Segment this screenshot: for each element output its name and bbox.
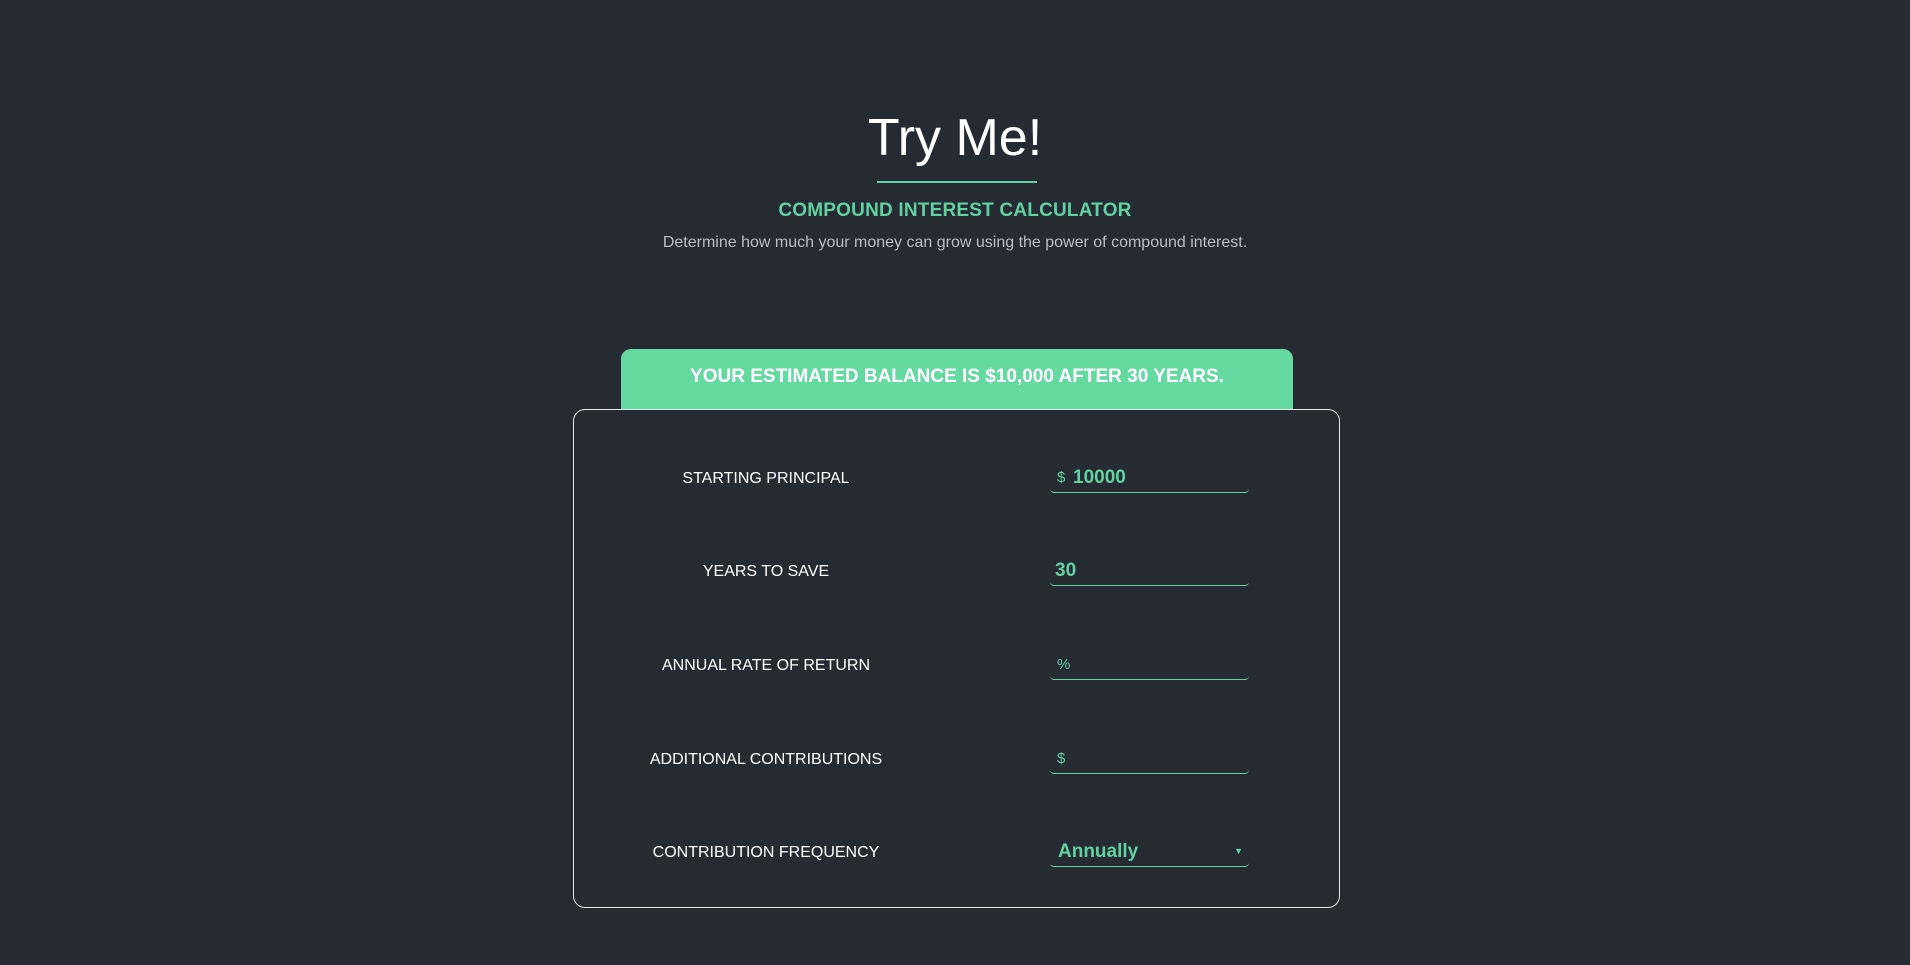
years-to-save-input[interactable]: 30 [1050, 556, 1249, 586]
annual-rate-input[interactable]: % [1050, 650, 1249, 680]
calculator-form: STARTING PRINCIPAL $ 10000 YEARS TO SAVE… [573, 409, 1340, 908]
contribution-frequency-row: CONTRIBUTION FREQUENCY Annually ▼ [574, 833, 1339, 873]
page: Try Me! COMPOUND INTEREST CALCULATOR Det… [0, 0, 1910, 965]
title-underline [877, 181, 1037, 183]
page-title: Try Me! [867, 109, 1043, 167]
starting-principal-value: 10000 [1073, 467, 1126, 488]
years-to-save-row: YEARS TO SAVE 30 [574, 552, 1339, 592]
additional-contributions-row: ADDITIONAL CONTRIBUTIONS $ [574, 740, 1339, 780]
additional-contributions-label: ADDITIONAL CONTRIBUTIONS [649, 751, 883, 768]
contribution-frequency-select[interactable]: Annually ▼ [1050, 837, 1249, 867]
starting-principal-input[interactable]: $ 10000 [1050, 463, 1249, 493]
dollar-prefix: $ [1057, 750, 1066, 767]
calculator-description: Determine how much your money can grow u… [662, 234, 1248, 251]
years-to-save-value: 30 [1055, 560, 1077, 581]
contribution-frequency-label: CONTRIBUTION FREQUENCY [652, 844, 880, 861]
additional-contributions-input[interactable]: $ [1050, 744, 1249, 774]
annual-rate-row: ANNUAL RATE OF RETURN % [574, 646, 1339, 686]
contribution-frequency-value: Annually [1058, 841, 1139, 862]
calculator-subtitle: COMPOUND INTEREST CALCULATOR [778, 200, 1132, 221]
years-to-save-label: YEARS TO SAVE [702, 563, 830, 580]
starting-principal-row: STARTING PRINCIPAL $ 10000 [574, 459, 1339, 499]
annual-rate-label: ANNUAL RATE OF RETURN [661, 657, 870, 674]
dollar-prefix: $ [1057, 469, 1066, 486]
caret-down-icon: ▼ [1234, 846, 1243, 856]
starting-principal-label: STARTING PRINCIPAL [682, 470, 850, 487]
percent-prefix: % [1057, 656, 1071, 673]
estimated-balance-banner: YOUR ESTIMATED BALANCE IS $10,000 AFTER … [621, 349, 1293, 411]
